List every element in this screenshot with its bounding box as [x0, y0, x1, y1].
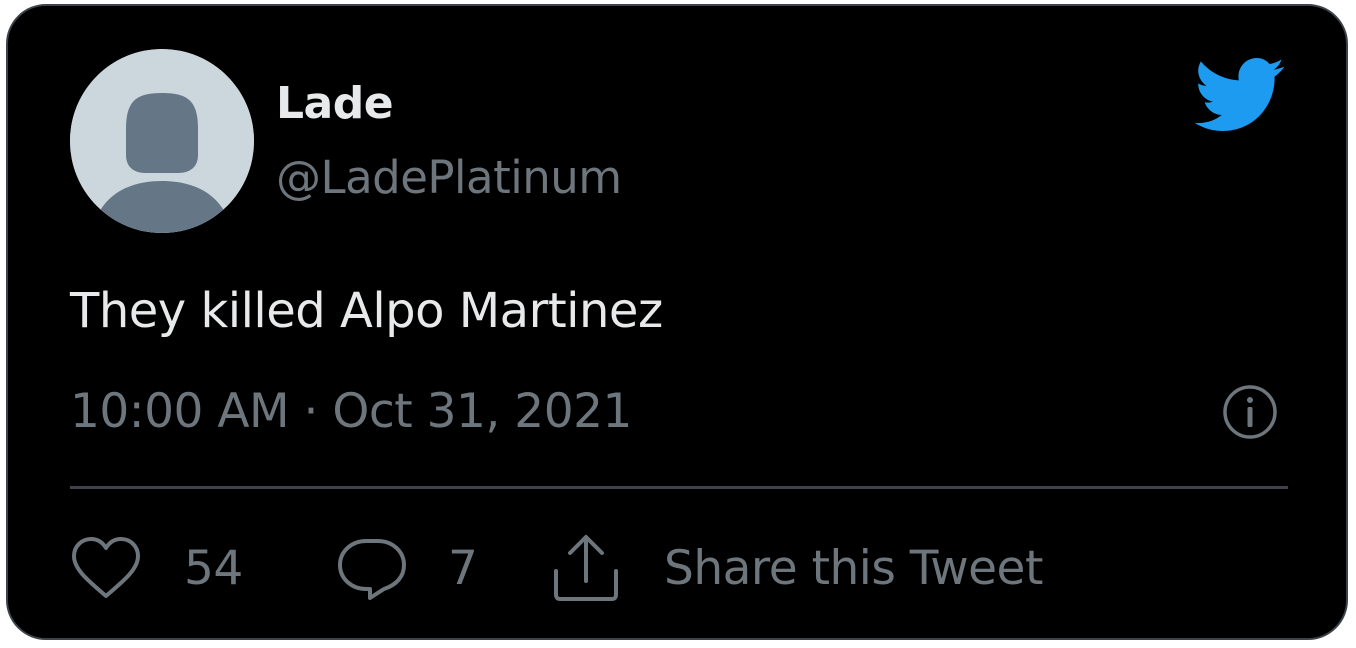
share-button[interactable]: Share this Tweet: [548, 530, 1043, 606]
author-display-name[interactable]: Lade: [276, 78, 394, 129]
embedded-tweet-card[interactable]: Lade @LadePlatinum They killed Alpo Mart…: [6, 4, 1348, 640]
avatar[interactable]: [70, 49, 254, 233]
tweet-text: They killed Alpo Martinez: [70, 283, 663, 339]
share-upload-icon: [554, 535, 618, 601]
heart-icon: [72, 537, 140, 598]
twitter-bird-icon[interactable]: [1194, 58, 1286, 134]
tweet-timestamp[interactable]: 10:00 AM · Oct 31, 2021: [70, 384, 632, 439]
author-handle[interactable]: @LadePlatinum: [276, 151, 622, 204]
like-count: 54: [184, 540, 243, 596]
default-profile-icon: [70, 49, 254, 233]
reply-button[interactable]: 7: [336, 530, 478, 606]
like-button[interactable]: 54: [70, 530, 243, 606]
reply-count: 7: [448, 540, 478, 596]
share-label: Share this Tweet: [664, 540, 1043, 596]
info-icon[interactable]: [1222, 384, 1278, 440]
divider: [70, 486, 1288, 489]
reply-bubble-icon: [338, 539, 406, 600]
